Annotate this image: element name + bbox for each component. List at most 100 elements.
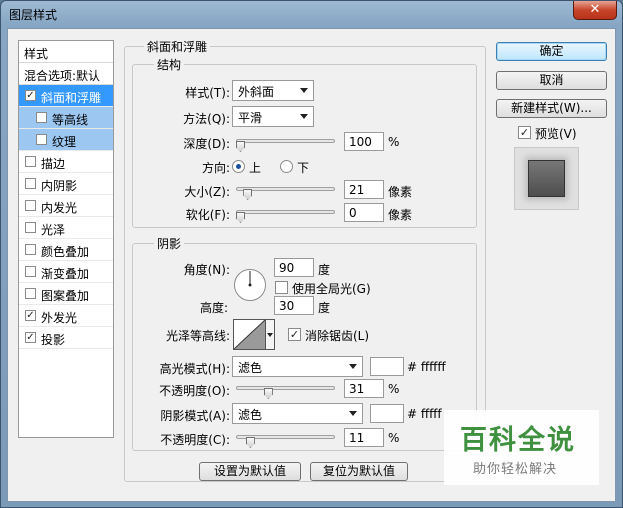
shadow-mode-value: 滤色 bbox=[238, 408, 263, 422]
highlight-color-text: # ffffff bbox=[407, 360, 446, 374]
highlight-opacity-slider-track[interactable] bbox=[236, 386, 335, 390]
direction-up-radio[interactable] bbox=[232, 160, 245, 173]
style-item[interactable]: ✓ 投影 bbox=[19, 327, 113, 349]
style-item-checkbox[interactable] bbox=[25, 178, 36, 189]
style-preview bbox=[514, 147, 579, 210]
blending-options-item[interactable]: 混合选项:默认 bbox=[19, 63, 113, 85]
style-item-label: 颜色叠加 bbox=[41, 245, 90, 259]
highlight-mode-select[interactable]: 滤色 bbox=[232, 356, 363, 377]
structure-title: 结构 bbox=[154, 56, 185, 73]
style-item[interactable]: 内阴影 bbox=[19, 173, 113, 195]
direction-label: 方向: bbox=[201, 161, 230, 175]
style-item-checkbox[interactable] bbox=[25, 222, 36, 233]
direction-down-label[interactable]: 下 bbox=[297, 159, 309, 176]
style-item-checkbox[interactable] bbox=[25, 200, 36, 211]
style-item-label: 外发光 bbox=[41, 311, 78, 325]
style-item-label: 纹理 bbox=[52, 135, 77, 149]
chevron-down-icon bbox=[300, 88, 308, 93]
style-select[interactable]: 外斜面 bbox=[232, 80, 314, 101]
chevron-down-icon bbox=[349, 411, 357, 416]
contour-curve-icon bbox=[233, 319, 266, 350]
close-button[interactable]: ✕ bbox=[573, 1, 617, 20]
make-default-button[interactable]: 设置为默认值 bbox=[199, 462, 301, 481]
style-item[interactable]: 渐变叠加 bbox=[19, 261, 113, 283]
gloss-contour-dropdown[interactable] bbox=[266, 319, 275, 350]
angle-input[interactable]: 90 bbox=[274, 258, 314, 277]
style-item-checkbox[interactable]: ✓ bbox=[25, 332, 36, 343]
chevron-down-icon bbox=[267, 333, 273, 337]
layer-style-dialog: 图层样式 ✕ 样式 混合选项:默认 ✓ 斜面和浮雕 等高线 纹理 描边 内阴影 内发光 光泽颜… bbox=[0, 0, 623, 508]
depth-slider-track[interactable] bbox=[236, 139, 335, 143]
styles-header[interactable]: 样式 bbox=[19, 41, 113, 63]
angle-dial[interactable] bbox=[233, 268, 267, 302]
new-style-button[interactable]: 新建样式(W)... bbox=[496, 99, 607, 118]
style-item-checkbox[interactable] bbox=[25, 266, 36, 277]
cancel-button[interactable]: 取消 bbox=[496, 71, 607, 90]
preview-checkbox[interactable]: ✓ bbox=[518, 126, 531, 139]
direction-up-label[interactable]: 上 bbox=[249, 159, 261, 176]
style-item-label: 光泽 bbox=[41, 223, 66, 237]
preview-thumbnail bbox=[528, 160, 565, 197]
soften-input[interactable]: 0 bbox=[344, 203, 384, 222]
size-label: 大小(Z): bbox=[184, 185, 230, 199]
style-item[interactable]: ✓ 外发光 bbox=[19, 305, 113, 327]
shadow-color-text: # fffff bbox=[407, 407, 442, 421]
soften-slider-track[interactable] bbox=[236, 210, 335, 214]
highlight-color-swatch[interactable] bbox=[370, 357, 404, 376]
depth-input[interactable]: 100 bbox=[344, 132, 384, 151]
style-item-checkbox[interactable]: ✓ bbox=[25, 90, 36, 101]
angle-label: 角度(N): bbox=[183, 263, 230, 277]
ok-button[interactable]: 确定 bbox=[496, 42, 607, 61]
style-item-label: 投影 bbox=[41, 333, 66, 347]
style-item[interactable]: ✓ 斜面和浮雕 bbox=[19, 85, 113, 107]
anti-aliased-label[interactable]: 消除锯齿(L) bbox=[305, 327, 369, 344]
anti-aliased-checkbox[interactable]: ✓ bbox=[288, 328, 301, 341]
style-item[interactable]: 描边 bbox=[19, 151, 113, 173]
shadow-opacity-label: 不透明度(C): bbox=[160, 433, 230, 447]
technique-select-value: 平滑 bbox=[238, 111, 263, 125]
global-light-label[interactable]: 使用全局光(G) bbox=[292, 280, 371, 297]
shadow-mode-select[interactable]: 滤色 bbox=[232, 403, 363, 424]
style-item[interactable]: 光泽 bbox=[19, 217, 113, 239]
global-light-checkbox[interactable] bbox=[275, 281, 288, 294]
chevron-down-icon bbox=[349, 364, 357, 369]
direction-down-radio[interactable] bbox=[280, 160, 293, 173]
soften-label: 软化(F): bbox=[185, 208, 230, 222]
watermark-title: 百科全说 bbox=[460, 425, 576, 456]
gloss-contour-picker[interactable] bbox=[233, 319, 266, 350]
style-item-checkbox[interactable] bbox=[25, 288, 36, 299]
size-unit: 像素 bbox=[388, 185, 413, 199]
shadow-opacity-input[interactable]: 11 bbox=[344, 428, 384, 447]
style-item[interactable]: 内发光 bbox=[19, 195, 113, 217]
angle-unit: 度 bbox=[318, 263, 331, 277]
altitude-input[interactable]: 30 bbox=[274, 296, 314, 315]
style-item-checkbox[interactable] bbox=[25, 244, 36, 255]
shadow-opacity-unit: % bbox=[388, 431, 400, 445]
style-item-checkbox[interactable] bbox=[36, 112, 47, 123]
style-item-label: 图案叠加 bbox=[41, 289, 90, 303]
style-item-label: 等高线 bbox=[52, 113, 89, 127]
title-bar[interactable]: 图层样式 ✕ bbox=[1, 1, 622, 27]
style-item[interactable]: 颜色叠加 bbox=[19, 239, 113, 261]
styles-list: 样式 混合选项:默认 ✓ 斜面和浮雕等高线纹理描边内阴影 内发光光泽颜色叠加渐变叠加… bbox=[18, 40, 114, 438]
watermark: 百科全说 助你轻松解决 bbox=[444, 410, 599, 485]
shadow-mode-label: 阴影模式(A): bbox=[160, 409, 230, 423]
technique-select[interactable]: 平滑 bbox=[232, 106, 314, 127]
style-item-checkbox[interactable] bbox=[25, 156, 36, 167]
soften-unit: 像素 bbox=[388, 208, 413, 222]
style-item[interactable]: 纹理 bbox=[19, 129, 113, 151]
style-item[interactable]: 等高线 bbox=[19, 107, 113, 129]
style-item-label: 描边 bbox=[41, 157, 66, 171]
highlight-mode-value: 滤色 bbox=[238, 361, 263, 375]
size-input[interactable]: 21 bbox=[344, 180, 384, 199]
style-item-checkbox[interactable] bbox=[36, 134, 47, 145]
altitude-label: 高度: bbox=[199, 301, 228, 315]
highlight-opacity-input[interactable]: 31 bbox=[344, 379, 384, 398]
style-item[interactable]: 图案叠加 bbox=[19, 283, 113, 305]
shadow-color-swatch[interactable] bbox=[370, 404, 404, 423]
altitude-unit: 度 bbox=[318, 301, 331, 315]
preview-label[interactable]: 预览(V) bbox=[535, 125, 577, 142]
bevel-emboss-title: 斜面和浮雕 bbox=[144, 38, 211, 55]
reset-default-button[interactable]: 复位为默认值 bbox=[310, 462, 408, 481]
style-item-checkbox[interactable]: ✓ bbox=[25, 310, 36, 321]
